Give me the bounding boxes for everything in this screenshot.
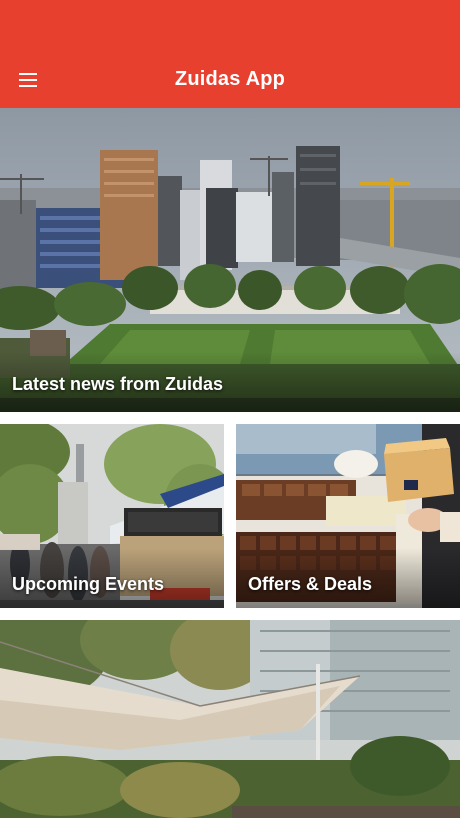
app-header: Zuidas App	[0, 0, 460, 108]
offers-tile[interactable]: Offers & Deals	[236, 424, 460, 608]
app-screen: Zuidas App Latest news from Zuidas Upcom…	[0, 0, 460, 818]
offers-tile-label: Offers & Deals	[248, 574, 373, 594]
page-title: Zuidas App	[174, 68, 286, 90]
events-tile[interactable]: Upcoming Events	[0, 424, 224, 608]
terrace-image	[0, 620, 460, 818]
terrace-tile[interactable]	[0, 620, 460, 818]
events-tile-label: Upcoming Events	[12, 574, 165, 594]
news-tile-label: Latest news from Zuidas	[12, 374, 224, 394]
news-tile[interactable]: Latest news from Zuidas	[0, 108, 460, 412]
